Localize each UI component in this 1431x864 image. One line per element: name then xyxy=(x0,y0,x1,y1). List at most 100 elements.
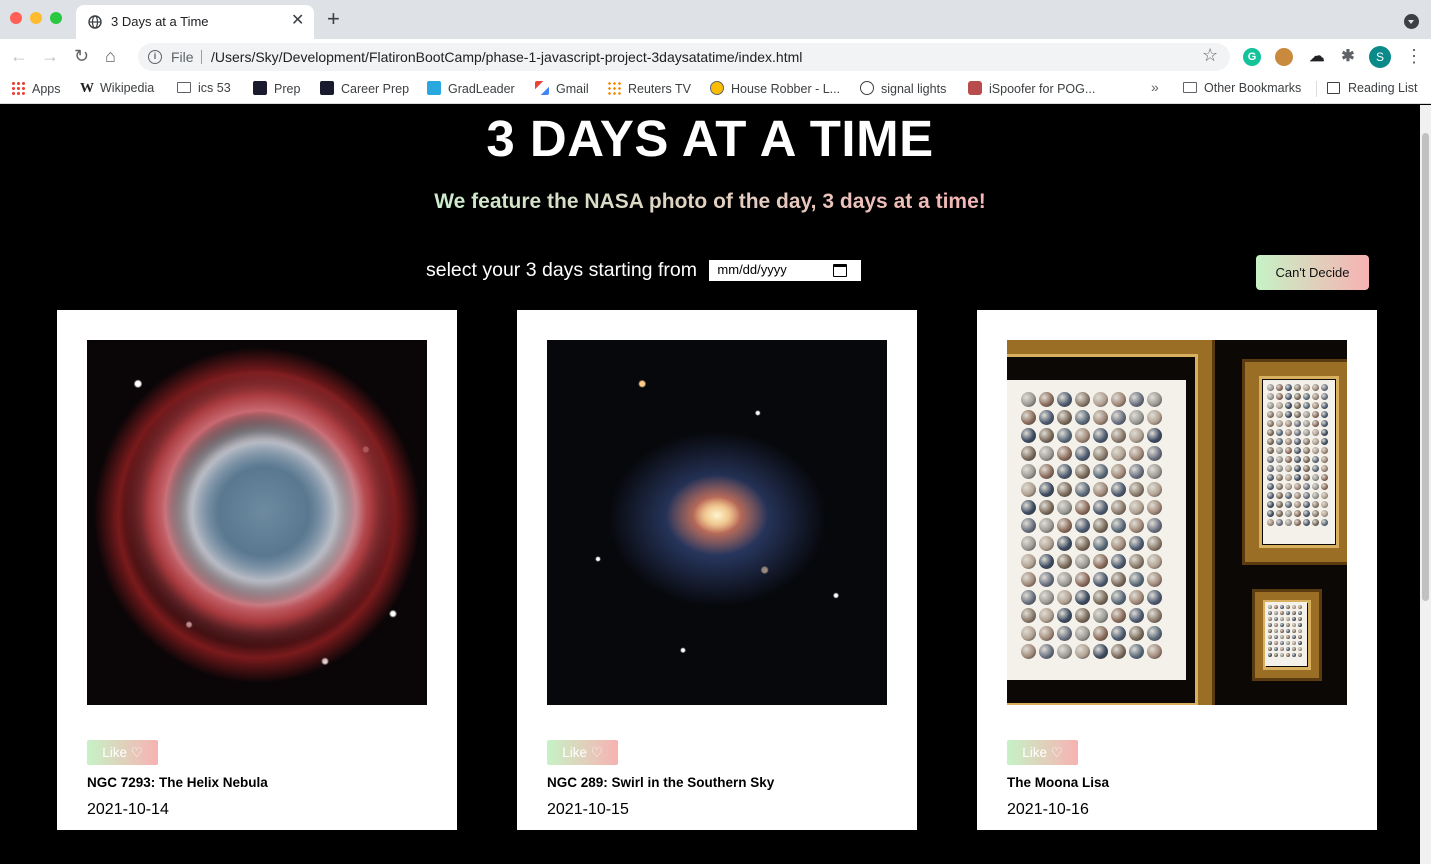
cookie-icon[interactable] xyxy=(1275,48,1293,66)
cloud-icon[interactable]: ☁ xyxy=(1308,48,1326,66)
like-button[interactable]: Like ♡ xyxy=(1007,740,1078,765)
moon-icon xyxy=(1075,644,1090,659)
bookmark-apps[interactable]: Apps xyxy=(11,81,61,97)
date-input[interactable]: mm/dd/yyyy xyxy=(709,259,862,281)
moon-grid xyxy=(1021,392,1162,659)
date-picker-row: select your 3 days starting from mm/dd/y… xyxy=(426,256,862,286)
moon-icon xyxy=(1021,536,1036,551)
moon-icon xyxy=(1276,456,1283,463)
reading-list-icon xyxy=(1327,82,1340,94)
moon-icon xyxy=(1039,608,1054,623)
home-icon[interactable]: ⌂ xyxy=(105,45,116,67)
url-text[interactable]: /Users/Sky/Development/FlatironBootCamp/… xyxy=(211,49,802,65)
slash-blue-icon xyxy=(427,81,441,95)
maximize-window-button[interactable] xyxy=(50,12,62,24)
moon-icon xyxy=(1312,465,1319,472)
reading-list[interactable]: Reading List xyxy=(1327,81,1418,97)
forward-arrow-icon[interactable]: → xyxy=(41,45,59,67)
bookmark-gradleader[interactable]: GradLeader xyxy=(427,81,515,97)
moon-icon xyxy=(1285,447,1292,454)
moon-icon xyxy=(1268,653,1272,657)
moon-icon xyxy=(1294,519,1301,526)
reload-icon[interactable]: ↻ xyxy=(74,45,89,67)
moon-icon xyxy=(1321,429,1328,436)
bookmark-signal-lights[interactable]: signal lights xyxy=(860,81,946,97)
moon-icon xyxy=(1276,429,1283,436)
address-bar[interactable]: i File /Users/Sky/Development/FlatironBo… xyxy=(138,43,1230,71)
moon-icon xyxy=(1147,428,1162,443)
like-button[interactable]: Like ♡ xyxy=(547,740,618,765)
moon-icon xyxy=(1274,617,1278,621)
bookmark-ics53[interactable]: ics 53 xyxy=(177,81,231,97)
moon-icon xyxy=(1286,605,1290,609)
moon-icon xyxy=(1286,653,1290,657)
moon-icon xyxy=(1129,626,1144,641)
moon-icon xyxy=(1057,554,1072,569)
new-tab-button[interactable]: + xyxy=(327,8,340,30)
browser-tab[interactable]: 3 Days at a Time ✕ xyxy=(76,5,314,39)
bookmark-label: Wikipedia xyxy=(100,81,155,95)
minimize-window-button[interactable] xyxy=(30,12,42,24)
back-arrow-icon[interactable]: ← xyxy=(10,45,28,67)
bookmark-ispoofer[interactable]: iSpoofer for POG... xyxy=(968,81,1095,97)
moon-icon xyxy=(1268,641,1272,645)
menu-dots-icon[interactable]: ⋮ xyxy=(1405,45,1423,67)
moon-icon xyxy=(1075,518,1090,533)
ispoofer-icon xyxy=(968,81,982,95)
scrollbar-thumb[interactable] xyxy=(1422,133,1429,601)
bookmark-wikipedia[interactable]: W Wikipedia xyxy=(80,81,154,97)
bookmark-prep[interactable]: Prep xyxy=(253,81,300,97)
calendar-icon[interactable] xyxy=(833,263,848,277)
moon-icon xyxy=(1147,608,1162,623)
bookmark-reuters-tv[interactable]: Reuters TV xyxy=(607,81,691,97)
bookmark-label: ics 53 xyxy=(198,81,231,95)
bookmark-label: House Robber - L... xyxy=(731,82,841,96)
moon-icon xyxy=(1111,626,1126,641)
moon-icon xyxy=(1021,590,1036,605)
moon-icon xyxy=(1267,456,1274,463)
bookmark-star-icon[interactable]: ☆ xyxy=(1202,45,1218,66)
like-button[interactable]: Like ♡ xyxy=(87,740,158,765)
bookmark-house-robber[interactable]: House Robber - L... xyxy=(710,81,840,97)
grammarly-icon[interactable]: G xyxy=(1243,48,1261,66)
frame-canvas xyxy=(1265,602,1307,666)
close-tab-icon[interactable]: ✕ xyxy=(291,12,304,30)
cant-decide-button[interactable]: Can't Decide xyxy=(1256,255,1369,290)
profile-avatar[interactable]: S xyxy=(1369,46,1391,68)
moon-icon xyxy=(1268,605,1272,609)
moon-icon xyxy=(1021,608,1036,623)
moon-icon xyxy=(1292,605,1296,609)
other-bookmarks[interactable]: Other Bookmarks xyxy=(1183,81,1301,97)
moona-lisa-image xyxy=(1007,340,1347,705)
bookmark-label: iSpoofer for POG... xyxy=(989,82,1096,96)
puzzle-icon[interactable]: ✱ xyxy=(1339,48,1357,66)
bookmarks-overflow-icon[interactable]: » xyxy=(1151,79,1159,95)
moon-icon xyxy=(1303,465,1310,472)
moon-icon xyxy=(1280,617,1284,621)
moon-icon xyxy=(1274,611,1278,615)
moon-icon xyxy=(1303,447,1310,454)
moon-icon xyxy=(1312,384,1319,391)
tagline-text: We feature the NASA photo of the day, 3 … xyxy=(434,190,986,213)
spiral-galaxy-image xyxy=(547,340,887,705)
moon-icon xyxy=(1321,492,1328,499)
moon-icon xyxy=(1267,510,1274,517)
moon-icon xyxy=(1294,456,1301,463)
moon-icon xyxy=(1321,420,1328,427)
moon-icon xyxy=(1292,617,1296,621)
moon-icon xyxy=(1093,626,1108,641)
moon-icon xyxy=(1057,500,1072,515)
close-window-button[interactable] xyxy=(10,12,22,24)
bookmark-label: Other Bookmarks xyxy=(1204,81,1302,95)
info-icon[interactable]: i xyxy=(148,50,162,64)
bookmark-career-prep[interactable]: Career Prep xyxy=(320,81,409,97)
bookmark-gmail[interactable]: Gmail xyxy=(535,81,589,97)
moon-icon xyxy=(1303,384,1310,391)
tab-search-icon[interactable] xyxy=(1404,14,1419,29)
moon-icon xyxy=(1285,438,1292,445)
moon-icon xyxy=(1286,635,1290,639)
moon-icon xyxy=(1312,510,1319,517)
moon-icon xyxy=(1285,483,1292,490)
moon-icon xyxy=(1303,474,1310,481)
wikipedia-icon: W xyxy=(80,81,94,96)
